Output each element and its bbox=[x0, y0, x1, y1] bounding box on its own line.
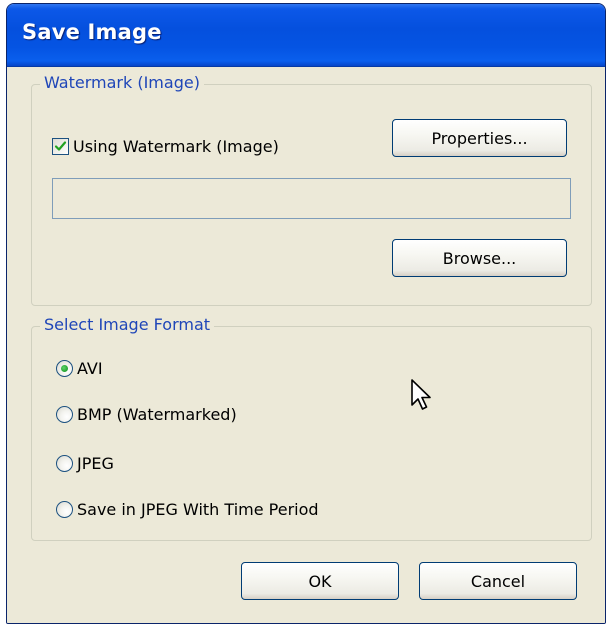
radio-option-bmp[interactable]: BMP (Watermarked) bbox=[56, 405, 237, 424]
radio-button[interactable] bbox=[56, 455, 73, 472]
save-image-dialog: Save Image Watermark (Image) Using Water… bbox=[6, 3, 606, 624]
radio-option-label: Save in JPEG With Time Period bbox=[77, 500, 319, 519]
radio-button[interactable] bbox=[56, 360, 73, 377]
image-format-group-legend: Select Image Format bbox=[40, 315, 215, 334]
title-bar[interactable]: Save Image bbox=[7, 4, 605, 67]
using-watermark-label: Using Watermark (Image) bbox=[73, 137, 279, 156]
watermark-group: Watermark (Image) Using Watermark (Image… bbox=[31, 73, 592, 306]
watermark-path-field[interactable] bbox=[52, 178, 571, 219]
properties-button[interactable]: Properties... bbox=[392, 119, 567, 157]
radio-option-jpeg[interactable]: JPEG bbox=[56, 454, 114, 473]
ok-button[interactable]: OK bbox=[241, 562, 399, 600]
window-title: Save Image bbox=[22, 20, 162, 44]
radio-option-jpeg-time-period[interactable]: Save in JPEG With Time Period bbox=[56, 500, 319, 519]
image-format-group: Select Image Format AVI BMP (Watermarked… bbox=[31, 315, 592, 541]
browse-button[interactable]: Browse... bbox=[392, 239, 567, 277]
using-watermark-checkbox[interactable]: Using Watermark (Image) bbox=[52, 137, 279, 156]
radio-button[interactable] bbox=[56, 501, 73, 518]
checkbox-box[interactable] bbox=[52, 138, 69, 155]
dialog-body: Watermark (Image) Using Watermark (Image… bbox=[7, 67, 605, 623]
radio-option-avi[interactable]: AVI bbox=[56, 359, 103, 378]
mouse-pointer-icon bbox=[411, 379, 431, 410]
check-icon bbox=[54, 141, 67, 151]
watermark-group-legend: Watermark (Image) bbox=[40, 73, 204, 92]
cancel-button[interactable]: Cancel bbox=[419, 562, 577, 600]
radio-option-label: BMP (Watermarked) bbox=[77, 405, 237, 424]
radio-option-label: JPEG bbox=[77, 454, 114, 473]
radio-button[interactable] bbox=[56, 406, 73, 423]
radio-selected-dot bbox=[61, 365, 68, 372]
radio-option-label: AVI bbox=[77, 359, 103, 378]
